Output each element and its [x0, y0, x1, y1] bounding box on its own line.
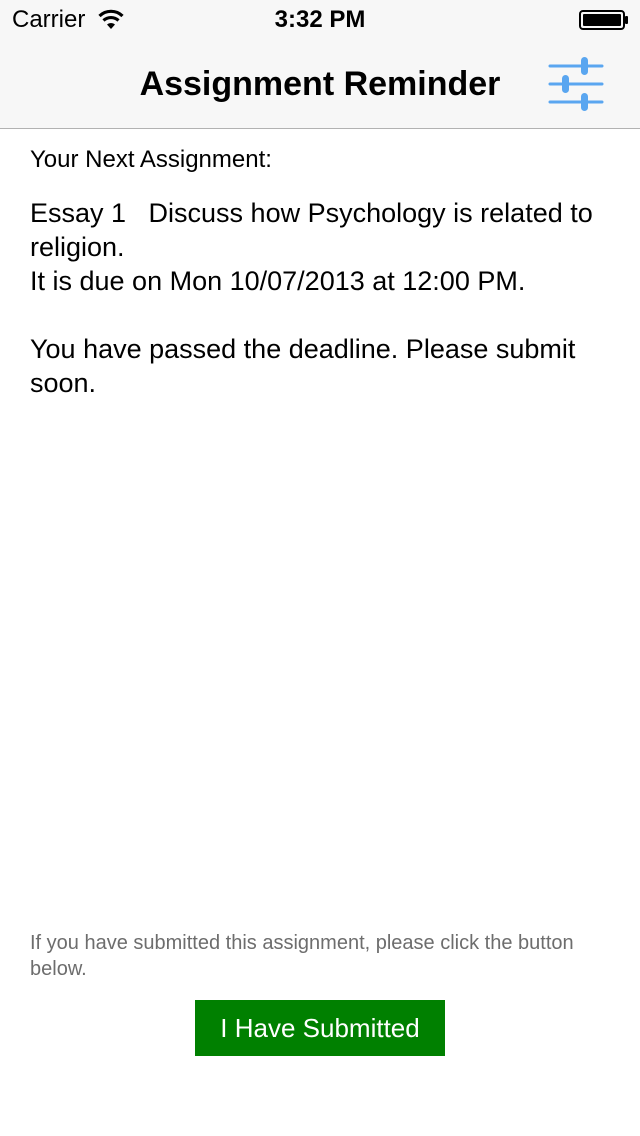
status-bar: Carrier 3:32 PM	[0, 0, 640, 40]
assignment-details: Essay 1 Discuss how Psychology is relate…	[30, 196, 620, 400]
navigation-bar: Assignment Reminder	[0, 40, 640, 129]
due-date-text: It is due on Mon 10/07/2013 at 12:00 PM.	[30, 266, 526, 296]
submitted-button[interactable]: I Have Submitted	[195, 1000, 445, 1056]
submit-hint: If you have submitted this assignment, p…	[30, 932, 574, 980]
app-screen: Carrier 3:32 PM Assignment Reminder Your…	[0, 0, 640, 1136]
battery-full-icon	[579, 10, 628, 30]
status-time: 3:32 PM	[274, 6, 366, 33]
deadline-message: You have passed the deadline. Please sub…	[30, 334, 583, 398]
top-chrome: Carrier 3:32 PM Assignment Reminder	[0, 0, 640, 129]
assignment-title: Essay 1 Discuss how Psychology is relate…	[30, 198, 601, 262]
next-assignment-label: Your Next Assignment:	[30, 146, 272, 173]
sliders-icon[interactable]	[544, 54, 608, 114]
